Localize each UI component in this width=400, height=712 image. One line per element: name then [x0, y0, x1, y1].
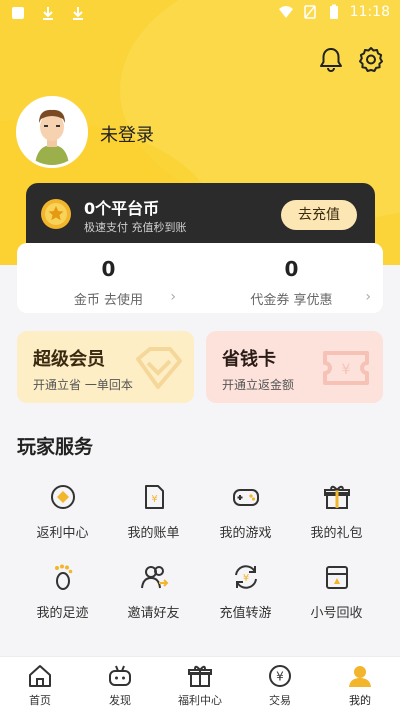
- tab-welfare-center[interactable]: 福利中心: [160, 657, 240, 712]
- service-label: 小号回收: [310, 606, 363, 621]
- voucher-count: 0: [284, 257, 299, 281]
- chevron-right-icon: ›: [170, 289, 176, 305]
- player-services-title: 玩家服务: [17, 436, 94, 458]
- footprint-icon: [54, 564, 72, 590]
- download-icon: [73, 7, 83, 20]
- super-vip-card[interactable]: 超级会员 开通立省 一单回本: [17, 331, 194, 403]
- discover-icon: [109, 665, 131, 686]
- invite-icon: [140, 566, 168, 589]
- service-my-games[interactable]: 我的游戏: [200, 472, 291, 550]
- platform-coin-card: 0个平台币 极速支付 充值秒到账 去充值: [26, 183, 375, 243]
- service-my-bill[interactable]: ¥ 我的账单: [108, 472, 199, 550]
- saver-card-subtitle: 开通立返金额: [222, 378, 295, 392]
- service-label: 充值转游: [219, 606, 272, 621]
- player-services-grid: 返利中心 ¥ 我的账单 我的游戏 我的礼包 我的足迹 邀请好友 ¥ 充值转游 小…: [17, 472, 383, 647]
- service-rebate-center[interactable]: 返利中心: [17, 472, 108, 550]
- svg-text:¥: ¥: [276, 670, 284, 684]
- gear-icon[interactable]: [356, 44, 386, 74]
- trade-icon: ¥: [269, 665, 291, 687]
- gift-icon: [323, 485, 350, 509]
- battery-icon: [329, 4, 338, 19]
- status-bar: 11:18: [0, 0, 400, 28]
- avatar-image: [19, 99, 85, 165]
- voucher-item[interactable]: 0 代金券 享优惠 ›: [200, 243, 383, 313]
- bottom-tab-bar: 首页 发现 福利中心 ¥ 交易 我的: [0, 656, 400, 712]
- saver-card-title: 省钱卡: [222, 349, 276, 370]
- balance-panel: 0 金币 去使用 › 0 代金券 享优惠 ›: [17, 243, 383, 313]
- status-time: 11:18: [349, 4, 390, 20]
- service-invite-friends[interactable]: 邀请好友: [108, 552, 199, 630]
- service-my-footprint[interactable]: 我的足迹: [17, 552, 108, 630]
- coin-subtitle: 极速支付 充值秒到账: [84, 221, 187, 234]
- recharge-button[interactable]: 去充值: [281, 200, 357, 230]
- no-sim-icon: [303, 5, 316, 19]
- tab-label: 发现: [109, 694, 131, 707]
- rebate-icon: [50, 485, 75, 509]
- chevron-right-icon: ›: [365, 289, 371, 305]
- svg-text:¥: ¥: [151, 494, 157, 505]
- service-label: 返利中心: [36, 526, 89, 541]
- diamond-icon: [136, 347, 182, 389]
- service-label: 我的账单: [127, 526, 180, 541]
- coin-title: 0个平台币: [84, 199, 160, 218]
- gold-coin-count: 0: [101, 257, 116, 281]
- coin-icon: [41, 199, 71, 229]
- recycle-icon: [325, 566, 348, 589]
- tab-label: 首页: [29, 694, 51, 707]
- tab-label: 福利中心: [178, 694, 222, 707]
- service-label: 我的游戏: [219, 526, 272, 541]
- tab-label: 我的: [349, 694, 371, 707]
- gamepad-icon: [232, 489, 259, 506]
- login-status[interactable]: 未登录: [100, 121, 154, 147]
- voucher-label: 代金券 享优惠: [250, 293, 333, 308]
- welfare-icon: [188, 665, 212, 687]
- tab-label: 交易: [269, 694, 291, 707]
- service-my-gifts[interactable]: 我的礼包: [291, 472, 382, 550]
- service-label: 我的礼包: [310, 526, 363, 541]
- download-icon: [43, 7, 53, 20]
- notification-icon: [12, 7, 24, 19]
- tab-profile[interactable]: 我的: [320, 657, 400, 712]
- service-account-recycle[interactable]: 小号回收: [291, 552, 382, 630]
- tab-trade[interactable]: ¥ 交易: [240, 657, 320, 712]
- transfer-icon: ¥: [234, 565, 257, 589]
- ticket-icon: ¥: [323, 351, 369, 385]
- bill-icon: ¥: [144, 485, 164, 509]
- service-recharge-transfer[interactable]: ¥ 充值转游: [200, 552, 291, 630]
- super-vip-title: 超级会员: [33, 349, 105, 370]
- service-label: 我的足迹: [36, 606, 89, 621]
- bell-icon[interactable]: [316, 44, 346, 74]
- saver-card[interactable]: 省钱卡 开通立返金额 ¥: [206, 331, 383, 403]
- service-label: 邀请好友: [127, 606, 180, 621]
- wifi-icon: [278, 6, 293, 18]
- profile-icon: [349, 666, 371, 687]
- svg-text:¥: ¥: [242, 573, 248, 584]
- tab-discover[interactable]: 发现: [80, 657, 160, 712]
- home-icon: [29, 665, 51, 687]
- super-vip-subtitle: 开通立省 一单回本: [33, 378, 133, 392]
- gold-coin-item[interactable]: 0 金币 去使用 ›: [17, 243, 200, 313]
- svg-text:¥: ¥: [342, 362, 351, 378]
- avatar[interactable]: [16, 96, 88, 168]
- tab-home[interactable]: 首页: [0, 657, 80, 712]
